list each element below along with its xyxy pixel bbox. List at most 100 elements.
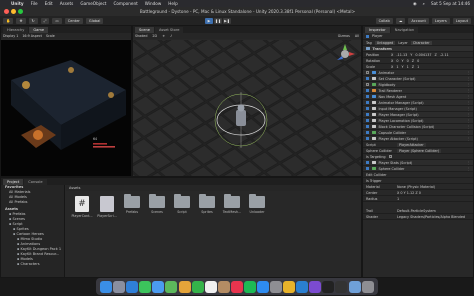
component-enabled-checkbox[interactable] [366,131,369,134]
mail-icon[interactable] [152,280,165,293]
kebab-menu-icon[interactable]: ⋮ [467,167,470,171]
position-z[interactable]: -2.11 [440,53,449,57]
asset-tile[interactable]: Sprites [196,194,218,218]
footer-field-value[interactable]: Default-ParticleSystem [397,209,436,213]
kebab-menu-icon[interactable]: ⋮ [467,95,470,99]
messages-icon[interactable] [139,280,152,293]
close-window-button[interactable] [4,9,9,14]
gizmos-dropdown[interactable]: Gizmos [338,33,350,39]
position-x[interactable]: -11.13 [396,53,407,57]
kebab-menu-icon[interactable]: ⋮ [467,101,470,105]
component-enabled-checkbox[interactable] [366,137,369,140]
component-enabled-checkbox[interactable] [366,167,369,170]
tab-navigation[interactable]: Navigation [390,26,419,33]
asset-tile[interactable]: Scenes [146,194,168,218]
kebab-menu-icon[interactable]: ⋮ [467,137,470,141]
layout-dropdown[interactable]: Layout [452,17,471,24]
scale-tool-button[interactable]: ⤢ [40,17,50,24]
asset-tile[interactable]: Script [171,194,193,218]
layers-dropdown[interactable]: Layers [431,17,450,24]
scale-x[interactable]: 1 [396,65,398,69]
asset-tile[interactable]: PlayerScri... [96,196,118,218]
menu-help[interactable]: Help [168,1,178,6]
rotation-y[interactable]: 0 [407,59,409,63]
component-enabled-checkbox[interactable] [366,125,369,128]
breadcrumb-assets[interactable]: Assets [69,186,80,190]
kebab-menu-icon[interactable]: ⋮ [467,89,470,93]
rect-tool-button[interactable]: ▭ [52,17,62,24]
light-icon[interactable]: ☀ [162,33,165,39]
collab-button[interactable]: Collab [375,17,393,24]
tab-game[interactable]: Game [29,26,49,33]
component-enabled-checkbox[interactable] [366,89,369,92]
asset-tile[interactable]: # PlayerCont... [71,196,93,218]
collider-field-value[interactable]: None (Physic Material) [397,185,435,189]
component-enabled-checkbox[interactable] [366,83,369,86]
finder-icon[interactable] [100,280,113,293]
kebab-menu-icon[interactable]: ⋮ [467,131,470,135]
scale-z[interactable]: 1 [417,65,419,69]
safari-icon[interactable] [126,280,139,293]
cloud-icon[interactable]: ☁ [395,17,406,24]
pivot-button[interactable]: Center [64,17,83,24]
component-enabled-checkbox[interactable] [366,161,369,164]
kebab-menu-icon[interactable]: ⋮ [467,77,470,81]
component-enabled-checkbox[interactable] [366,107,369,110]
menu-window[interactable]: Window [145,1,162,6]
kebab-menu-icon[interactable]: ⋮ [467,107,470,111]
preview-icon[interactable] [348,280,361,293]
music-icon[interactable] [230,280,243,293]
tab-hierarchy[interactable]: Hierarchy [3,26,29,33]
appstore-icon[interactable] [257,280,270,293]
vscode-icon[interactable] [296,280,309,293]
asset-tile[interactable]: Prefabs [121,194,143,218]
global-button[interactable]: Global [85,17,104,24]
hand-tool-button[interactable]: ✋ [3,17,14,24]
asset-tile[interactable]: Unloader [246,194,268,218]
pause-button[interactable]: ❚❚ [214,17,222,24]
collider-field-value[interactable]: 1 [397,197,399,201]
zoom-window-button[interactable] [18,9,23,14]
sphere-collider-field-value[interactable]: Player (Sphere Collider) [397,148,442,153]
2d-toggle[interactable]: 2D [152,33,157,39]
tag-dropdown[interactable]: Untagged [374,40,396,45]
minimize-window-button[interactable] [11,9,16,14]
hub-icon[interactable] [335,280,348,293]
component-enabled-checkbox[interactable] [366,95,369,98]
scene-gizmo-icon[interactable] [333,42,357,66]
tab-asset-store[interactable]: Asset Store [154,26,184,33]
audio-icon[interactable]: ♪ [170,33,172,39]
menu-file[interactable]: File [31,1,38,6]
menu-clock[interactable]: Sat 5 Sep at 14:46 [431,1,470,6]
play-button[interactable]: ▶ [205,17,213,24]
scale-y[interactable]: 1 [407,65,409,69]
scene-viewport[interactable] [133,40,361,176]
trash-icon[interactable] [361,280,374,293]
spotify-icon[interactable] [243,280,256,293]
kebab-menu-icon[interactable]: ⋮ [467,161,470,165]
component-enabled-checkbox[interactable] [366,101,369,104]
component-enabled-checkbox[interactable] [366,71,369,74]
menu-gameobject[interactable]: GameObject [80,1,106,6]
asset-tile[interactable]: TextMesh... [221,194,243,218]
tab-inspector[interactable]: Inspector [365,26,390,33]
footer-field-value[interactable]: Legacy Shaders/Particles/Alpha Blended [397,215,465,219]
kebab-menu-icon[interactable]: ⋮ [467,119,470,123]
launchpad-icon[interactable] [113,280,126,293]
visualstudio-icon[interactable] [309,280,322,293]
menu-app-name[interactable]: Unity [11,1,24,6]
unity-icon[interactable] [322,280,335,293]
contacts-icon[interactable] [217,280,230,293]
rotation-z[interactable]: 0 [417,59,419,63]
menu-edit[interactable]: Edit [45,1,53,6]
menu-assets[interactable]: Assets [60,1,74,6]
rotation-x[interactable]: 0 [396,59,398,63]
wifi-icon[interactable]: ◉ [413,1,417,6]
facetime-icon[interactable] [191,280,204,293]
shading-dropdown[interactable]: Shaded [135,33,147,39]
display-dropdown[interactable]: Display 1 [3,33,18,39]
script-field-value[interactable]: PlayerAttacker [397,142,426,147]
kebab-menu-icon[interactable]: ⋮ [467,113,470,117]
rotate-tool-button[interactable]: ↻ [28,17,38,24]
calendar-icon[interactable] [204,280,217,293]
